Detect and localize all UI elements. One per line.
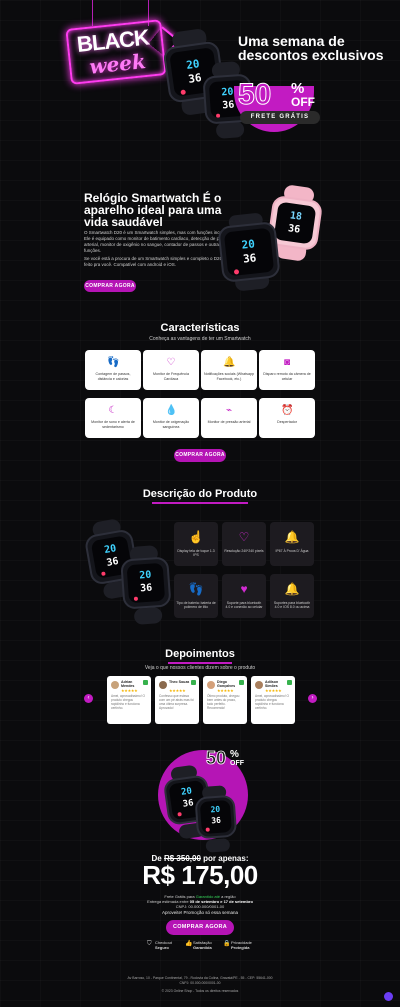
offer-off-label: OFF	[230, 760, 244, 767]
features-subtitle: Conheça as vantagens de ter um Smartwatc…	[149, 336, 251, 342]
spec-card: ♥ Suporte para bluetooth 4.0 e conexão ao…	[222, 574, 266, 618]
cnpj-info: CNPJ: 00.000.000/0001-00	[175, 904, 225, 909]
carousel-next-button[interactable]: ›	[308, 694, 317, 703]
hero-discount: 50	[237, 78, 272, 112]
feature-card: ♡ Monitor de Frequência Cardíaca	[143, 350, 199, 390]
verified-icon	[287, 680, 292, 685]
heart-rate-icon: ♡	[238, 530, 250, 544]
pressure-icon: ⌁	[225, 405, 233, 416]
title-underline	[168, 662, 232, 664]
sleep-icon: ☾	[108, 405, 118, 416]
heart-icon: ♥	[240, 582, 248, 596]
avatar	[207, 681, 215, 689]
intro-paragraph: O Smartwatch D20 é um Smartwatch simples…	[84, 230, 233, 253]
spec-card: 👣 Tipo de bateria: bateria de polímero de…	[174, 574, 218, 618]
footer-copyright: © 2023 Online Shop - Todos os direitos r…	[161, 989, 239, 993]
trust-badge: Satisfação Garantida	[193, 940, 212, 950]
footprints-icon: 👣	[107, 357, 120, 368]
feature-card: 🔔 Notificações sociais (Whatsapp Facebook…	[201, 350, 257, 390]
offer-discount: 50	[206, 748, 227, 769]
watch-image: 20 36	[194, 785, 239, 854]
sign-wire	[92, 0, 93, 26]
footer-cnpj: CNPJ: 00.000.000/0001-00	[179, 981, 221, 985]
hero-off-label: OFF	[291, 95, 315, 109]
hero-title: Uma semana de descontos exclusivos	[238, 33, 384, 63]
bell-icon: 🔔	[223, 357, 236, 368]
description-title: Descrição do Produto	[142, 488, 258, 500]
alarm-icon: ⏰	[281, 405, 294, 416]
testimonial-card: Diego Gonçalves ★★★★★ Ótimo produto, che…	[203, 676, 247, 724]
feature-card: ◙ Disparo remoto da câmera de celular	[259, 350, 315, 390]
buy-now-button[interactable]: COMPRAR AGORA	[84, 280, 136, 292]
buy-now-button[interactable]: COMPRAR AGORA	[174, 449, 226, 462]
testimonial-card: Theo Souza ★★★★★ Confesso que estava com…	[155, 676, 199, 724]
feature-card: ⌁ Monitor de pressão arterial	[201, 398, 257, 438]
trust-badge: Privacidade Protegida	[231, 940, 252, 950]
thumbs-up-icon: 👍	[185, 941, 193, 947]
intro-title: Relógio Smartwatch É o aparelho ideal pa…	[84, 191, 222, 229]
testimonials-subtitle: Veja o que nossos clientes dizem sobre o…	[144, 665, 256, 671]
free-shipping-badge: FRETE GRÁTIS	[240, 111, 320, 124]
watch-image: 20 36	[216, 211, 282, 293]
black-week-neon-sign: BLACK week	[65, 19, 180, 85]
feature-card: 👣 Contagem de passos, distância e caloria…	[85, 350, 141, 390]
avatar	[255, 681, 263, 689]
droplet-icon: 💧	[165, 405, 178, 416]
testimonial-card: Adilson Simões ★★★★★ Amei, aprovadíssimo…	[251, 676, 295, 724]
heart-rate-icon: ♡	[166, 357, 176, 368]
watch-image: 20 36	[119, 544, 172, 625]
verified-icon	[191, 680, 196, 685]
offer-percent-sign: %	[230, 749, 239, 760]
spec-card: 🔔 Suportes para bluetooth 4.0 e IOS 8.0 o…	[270, 574, 314, 618]
star-rating: ★★★★★	[217, 688, 234, 693]
features-title: Características	[160, 322, 240, 334]
feature-card: ⏰ Despertador	[259, 398, 315, 438]
camera-icon: ◙	[283, 357, 291, 368]
avatar	[159, 681, 167, 689]
verified-icon	[143, 680, 148, 685]
touch-icon: ☝	[188, 530, 204, 544]
spec-card: 🔔 IP67 À Prova D' Água	[270, 522, 314, 566]
bell-icon: 🔔	[284, 582, 300, 596]
intro-paragraph: Se você está a procura de um Smartwatch …	[84, 256, 229, 267]
promo-notice: Aproveite! Promoção só essa semana	[161, 910, 239, 915]
feature-card: ☾ Monitor de sono e alerta de sedentarism…	[85, 398, 141, 438]
sign-week-text: week	[88, 49, 147, 79]
sale-price: R$ 175,00	[142, 860, 258, 890]
star-rating: ★★★★★	[169, 688, 186, 693]
avatar	[111, 681, 119, 689]
testimonial-card: Adrian Mendes ★★★★★ Amei, aprovadíssimo!…	[107, 676, 151, 724]
hero-banner: BLACK week 20 36 20 36 Uma semana de des…	[0, 0, 400, 150]
verified-icon	[239, 680, 244, 685]
star-rating: ★★★★★	[121, 688, 138, 693]
testimonials-title: Depoimentos	[165, 648, 235, 660]
lock-icon: 🔒	[223, 941, 231, 947]
chat-widget-button[interactable]	[384, 992, 393, 1001]
spec-card: ☝ Display tela de toque 1.3 IPS	[174, 522, 218, 566]
footprints-icon: 👣	[188, 582, 204, 596]
spec-card: ♡ Resolução 240*240 pixels	[222, 522, 266, 566]
buy-now-button[interactable]: COMPRAR AGORA	[166, 920, 234, 935]
bell-icon: 🔔	[284, 530, 300, 544]
carousel-prev-button[interactable]: ‹	[84, 694, 93, 703]
feature-card: 💧 Monitor de oxigenação sanguínea	[143, 398, 199, 438]
star-rating: ★★★★★	[265, 688, 282, 693]
footer-address: Av Barroso, 10 - Parque Continental, 79 …	[127, 976, 273, 980]
trust-badge: Checkout Seguro	[155, 940, 172, 950]
shield-icon: ⛉	[147, 941, 152, 947]
title-underline	[152, 502, 248, 504]
